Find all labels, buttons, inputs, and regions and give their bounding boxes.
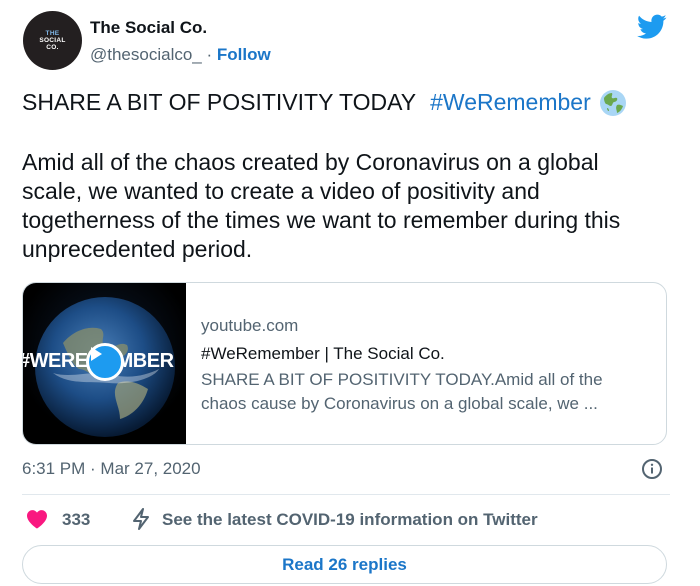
author-handle[interactable]: @thesocialco_	[90, 45, 202, 64]
author-handle-line: @thesocialco_ · Follow	[90, 45, 271, 65]
info-icon[interactable]	[641, 458, 663, 480]
tweet-text: SHARE A BIT OF POSITIVITY TODAY #WeRemem…	[22, 88, 672, 264]
heart-icon[interactable]	[26, 509, 48, 529]
video-thumbnail[interactable]: #WEREMEMBER	[23, 283, 186, 444]
avatar-text-line: SOCIAL	[39, 37, 66, 44]
divider	[22, 494, 670, 495]
read-replies-button[interactable]: Read 26 replies	[22, 545, 667, 584]
tweet-embed: THE SOCIAL CO. The Social Co. @thesocial…	[0, 0, 700, 586]
hashtag-link[interactable]: #WeRemember	[430, 88, 591, 117]
twitter-bird-icon[interactable]	[637, 14, 667, 40]
author-display-name[interactable]: The Social Co.	[90, 18, 207, 38]
play-icon	[91, 347, 102, 361]
globe-icon	[599, 89, 626, 116]
avatar-text-line: CO.	[46, 44, 59, 51]
link-card-meta: youtube.com #WeRemember | The Social Co.…	[201, 315, 651, 416]
tweet-body: Amid all of the chaos created by Coronav…	[22, 149, 621, 262]
avatar[interactable]: THE SOCIAL CO.	[23, 11, 82, 70]
link-title: #WeRemember | The Social Co.	[201, 344, 445, 363]
follow-link[interactable]: Follow	[217, 45, 271, 64]
link-domain: youtube.com	[201, 316, 299, 335]
lightning-bolt-icon	[133, 508, 149, 530]
separator: ·	[201, 45, 217, 64]
tweet-timestamp[interactable]: 6:31 PM · Mar 27, 2020	[22, 459, 201, 479]
like-count[interactable]: 333	[62, 510, 90, 530]
link-description: SHARE A BIT OF POSITIVITY TODAY.Amid all…	[201, 370, 603, 413]
play-button[interactable]	[86, 343, 124, 381]
covid-info-link[interactable]: See the latest COVID-19 information on T…	[162, 510, 538, 530]
tweet-headline: SHARE A BIT OF POSITIVITY TODAY	[22, 89, 417, 115]
avatar-text-line: THE	[45, 30, 60, 37]
youtube-link-card[interactable]: #WEREMEMBER youtube.com #WeRemember | Th…	[22, 282, 667, 445]
